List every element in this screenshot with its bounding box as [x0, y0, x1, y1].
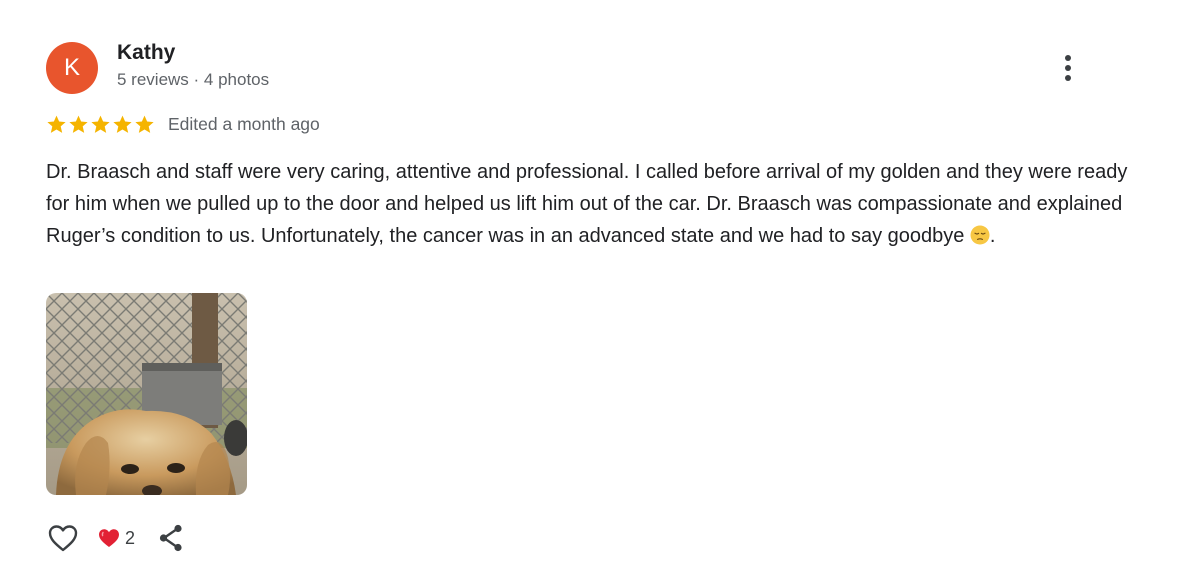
star-icon [135, 115, 154, 133]
reaction-count: 2 [125, 527, 136, 548]
review-timestamp: Edited a month ago [168, 113, 320, 134]
reviewer-name[interactable]: Kathy [117, 41, 175, 65]
share-icon [159, 524, 182, 552]
reactions-button[interactable]: 2 [98, 528, 135, 549]
star-icon [69, 115, 88, 133]
golden-retriever-photo [46, 293, 247, 495]
reviewer-meta: 5 reviews · 4 photos [117, 70, 270, 89]
review-body: Dr. Braasch and staff were very caring, … [46, 161, 1128, 247]
more-vert-icon [1065, 55, 1071, 61]
heart-outline-icon [48, 525, 78, 552]
like-button[interactable] [46, 521, 80, 555]
review-text: Dr. Braasch and staff were very caring, … [46, 156, 1136, 252]
star-icon [91, 115, 110, 133]
more-vert-icon-dot [1065, 65, 1071, 71]
rating-row: Edited a month ago [46, 111, 320, 137]
star-rating [46, 114, 156, 135]
star-icon [113, 115, 132, 133]
star-icon [47, 115, 66, 133]
more-options-button[interactable] [1053, 50, 1083, 86]
more-vert-icon-dot [1065, 75, 1071, 81]
avatar-initial: K [63, 54, 80, 81]
review-photo[interactable] [46, 293, 247, 495]
avatar[interactable]: K [46, 42, 98, 94]
review-text-end: . [989, 225, 996, 247]
review-card: K Kathy 5 reviews · 4 photos Edited a mo… [0, 0, 1200, 580]
red-heart-icon [99, 529, 119, 547]
share-button[interactable] [155, 522, 187, 554]
pensive-face-emoji [970, 225, 990, 245]
review-actions: 2 [46, 518, 187, 558]
